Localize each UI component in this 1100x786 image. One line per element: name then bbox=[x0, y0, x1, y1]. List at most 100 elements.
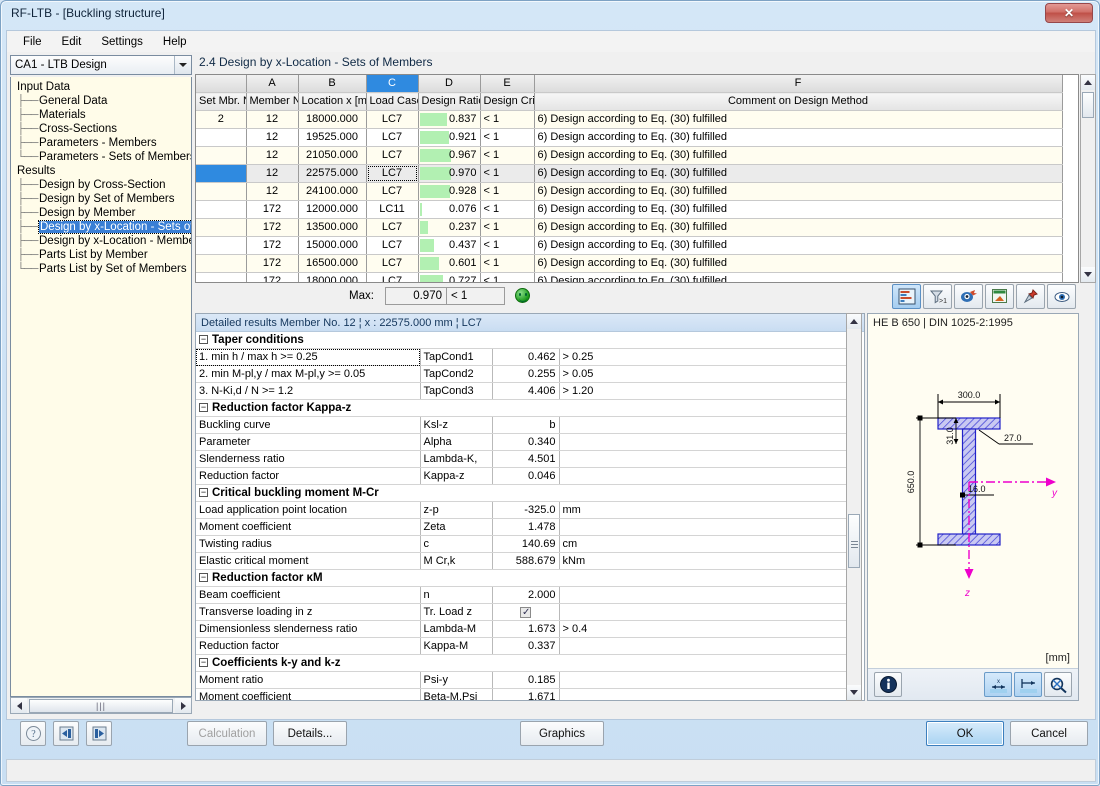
column-letter-e[interactable]: E bbox=[480, 75, 535, 93]
details-group-header[interactable]: − Taper conditions bbox=[196, 332, 849, 349]
details-row[interactable]: Moment coefficient Zeta 1.478 bbox=[196, 518, 849, 536]
cell-member-no[interactable]: 12 bbox=[246, 164, 299, 183]
checkbox-checked-icon[interactable] bbox=[520, 605, 531, 620]
cell-design-criterion[interactable]: < 1 bbox=[480, 128, 535, 147]
cell-member-no[interactable]: 12 bbox=[246, 182, 299, 201]
details-row[interactable]: Dimensionless slenderness ratio Lambda-M 1… bbox=[196, 620, 849, 638]
details-row[interactable]: Elastic critical moment M Cr,k 588.679 kNm bbox=[196, 552, 849, 570]
scroll-thumb[interactable]: ||| bbox=[29, 698, 173, 713]
cell-design-ratio[interactable]: 0.837 bbox=[418, 110, 481, 129]
cell-load-case[interactable]: LC7 bbox=[366, 272, 419, 282]
cell-design-ratio[interactable]: 0.921 bbox=[418, 128, 481, 147]
help-icon[interactable]: ? bbox=[20, 721, 46, 746]
sidebar-item-parameters-sets-of-members[interactable]: └── Parameters - Sets of Members bbox=[11, 150, 191, 164]
scroll-thumb[interactable] bbox=[848, 514, 860, 568]
details-row[interactable]: Beam coefficient n 2.000 bbox=[196, 586, 849, 604]
info-icon[interactable] bbox=[874, 672, 902, 697]
table-row[interactable]: 12 24100.000 LC7 0.928 < 1 6) Design accordin… bbox=[196, 182, 1063, 201]
grid-vertical-scrollbar[interactable] bbox=[1080, 74, 1096, 283]
scroll-up-icon[interactable] bbox=[1081, 75, 1095, 90]
cell-location-x[interactable]: 15000.000 bbox=[298, 236, 367, 255]
table-row[interactable]: 12 19525.000 LC7 0.921 < 1 6) Design accordin… bbox=[196, 128, 1063, 147]
cell-member-no[interactable]: 12 bbox=[246, 146, 299, 165]
sidebar-item-design-by-x-location-members[interactable]: ├── Design by x-Location - Members bbox=[11, 234, 191, 248]
sidebar-item-general-data[interactable]: ├── General Data bbox=[11, 94, 191, 108]
cell-design-criterion[interactable]: < 1 bbox=[480, 182, 535, 201]
details-row[interactable]: Moment coefficient Beta-M,Psi 1.671 bbox=[196, 688, 849, 700]
cell-design-criterion[interactable]: < 1 bbox=[480, 146, 535, 165]
cell-member-no[interactable]: 172 bbox=[246, 200, 299, 219]
cell-design-criterion[interactable]: < 1 bbox=[480, 110, 535, 129]
cell-design-criterion[interactable]: < 1 bbox=[480, 272, 535, 282]
sidebar-item-design-by-x-location-sets-of-members[interactable]: ├──Design by x-Location - Sets of Member… bbox=[11, 220, 191, 234]
details-row[interactable]: Buckling curve Ksl-z b bbox=[196, 416, 849, 434]
zoom-reset-icon[interactable] bbox=[1044, 672, 1072, 697]
table-row[interactable]: 172 18000.000 LC7 0.727 < 1 6) Design accordi… bbox=[196, 272, 1063, 282]
previous-icon[interactable] bbox=[53, 721, 79, 746]
visibility-icon[interactable] bbox=[1047, 284, 1076, 309]
details-row[interactable]: Reduction factor Kappa-z 0.046 bbox=[196, 467, 849, 485]
sidebar-item-parts-list-by-member[interactable]: ├── Parts List by Member bbox=[11, 248, 191, 262]
sidebar-item-materials[interactable]: ├── Materials bbox=[11, 108, 191, 122]
details-row[interactable]: 2. min M-pl,y / max M-pl,y >= 0.05 TapCon… bbox=[196, 365, 849, 383]
scroll-up-icon[interactable] bbox=[847, 314, 861, 329]
row-header-set-number[interactable] bbox=[196, 254, 247, 273]
column-letter-c[interactable]: C bbox=[366, 75, 419, 93]
sidebar-item-parameters-members[interactable]: ├── Parameters - Members bbox=[11, 136, 191, 150]
cell-load-case[interactable]: LC7 bbox=[366, 110, 419, 129]
details-row[interactable]: Load application point location z-p -325.0… bbox=[196, 501, 849, 519]
menu-item-help[interactable]: Help bbox=[153, 34, 197, 50]
tree-group-results[interactable]: Results bbox=[11, 164, 191, 178]
cell-location-x[interactable]: 19525.000 bbox=[298, 128, 367, 147]
row-header-set-number[interactable] bbox=[196, 272, 247, 282]
table-row[interactable]: 2 12 18000.000 LC7 0.837 < 1 6) Design accordi… bbox=[196, 110, 1063, 129]
cell-comment[interactable]: 6) Design according to Eq. (30) fulfille… bbox=[534, 254, 1063, 273]
cell-load-case[interactable]: LC7 bbox=[366, 128, 419, 147]
detailed-results-panel[interactable]: Detailed results Member No. 12 ¦ x : 225… bbox=[195, 313, 865, 701]
cell-comment[interactable]: 6) Design according to Eq. (30) fulfille… bbox=[534, 272, 1063, 282]
cell-load-case[interactable]: LC7 bbox=[366, 236, 419, 255]
cell-design-criterion[interactable]: < 1 bbox=[480, 218, 535, 237]
view-result-icon[interactable] bbox=[954, 284, 983, 309]
row-header-set-number[interactable] bbox=[196, 236, 247, 255]
tree-horizontal-scrollbar[interactable]: ||| bbox=[10, 697, 192, 714]
tree-group-input-data[interactable]: Input Data bbox=[11, 80, 191, 94]
dimension-x-icon[interactable]: x bbox=[984, 672, 1012, 697]
cell-member-no[interactable]: 12 bbox=[246, 110, 299, 129]
details-row[interactable]: Transverse loading in z Tr. Load z bbox=[196, 603, 849, 621]
sidebar-item-cross-sections[interactable]: ├── Cross-Sections bbox=[11, 122, 191, 136]
sidebar-item-design-by-set-of-members[interactable]: ├── Design by Set of Members bbox=[11, 192, 191, 206]
cell-member-no[interactable]: 172 bbox=[246, 272, 299, 282]
scroll-left-icon[interactable] bbox=[11, 698, 27, 713]
sidebar-item-design-by-member[interactable]: ├── Design by Member bbox=[11, 206, 191, 220]
cell-location-x[interactable]: 21050.000 bbox=[298, 146, 367, 165]
cell-comment[interactable]: 6) Design according to Eq. (30) fulfille… bbox=[534, 236, 1063, 255]
cell-member-no[interactable]: 172 bbox=[246, 218, 299, 237]
details-vertical-scrollbar[interactable] bbox=[846, 313, 862, 701]
collapse-icon[interactable]: − bbox=[199, 573, 208, 583]
cell-design-criterion[interactable]: < 1 bbox=[480, 164, 535, 183]
column-letter-blank[interactable] bbox=[196, 75, 247, 93]
collapse-icon[interactable]: − bbox=[199, 658, 208, 668]
menu-item-edit[interactable]: Edit bbox=[52, 34, 92, 50]
close-icon[interactable]: ✕ bbox=[1045, 3, 1093, 23]
cell-comment[interactable]: 6) Design according to Eq. (30) fulfille… bbox=[534, 146, 1063, 165]
cell-location-x[interactable]: 18000.000 bbox=[298, 272, 367, 282]
table-row[interactable]: 12 22575.000 LC7 0.970 < 1 6) Design accordin… bbox=[196, 164, 1063, 183]
export-excel-icon[interactable] bbox=[985, 284, 1014, 309]
column-letter-a[interactable]: A bbox=[246, 75, 299, 93]
cell-comment[interactable]: 6) Design according to Eq. (30) fulfille… bbox=[534, 200, 1063, 219]
cell-location-x[interactable]: 16500.000 bbox=[298, 254, 367, 273]
cell-design-ratio[interactable]: 0.437 bbox=[418, 236, 481, 255]
sidebar-item-parts-list-by-set-of-members[interactable]: └── Parts List by Set of Members bbox=[11, 262, 191, 276]
calculation-button[interactable]: Calculation bbox=[187, 721, 267, 746]
menu-item-file[interactable]: File bbox=[13, 34, 52, 50]
dimension-arrow-icon[interactable] bbox=[1014, 672, 1042, 697]
cell-load-case[interactable]: LC7 bbox=[366, 146, 419, 165]
cell-member-no[interactable]: 172 bbox=[246, 254, 299, 273]
cell-member-no[interactable]: 12 bbox=[246, 128, 299, 147]
cell-load-case[interactable]: LC7 bbox=[366, 164, 419, 183]
cell-design-ratio[interactable]: 0.076 bbox=[418, 200, 481, 219]
table-row[interactable]: 172 15000.000 LC7 0.437 < 1 6) Design accordi… bbox=[196, 236, 1063, 255]
cell-comment[interactable]: 6) Design according to Eq. (30) fulfille… bbox=[534, 128, 1063, 147]
